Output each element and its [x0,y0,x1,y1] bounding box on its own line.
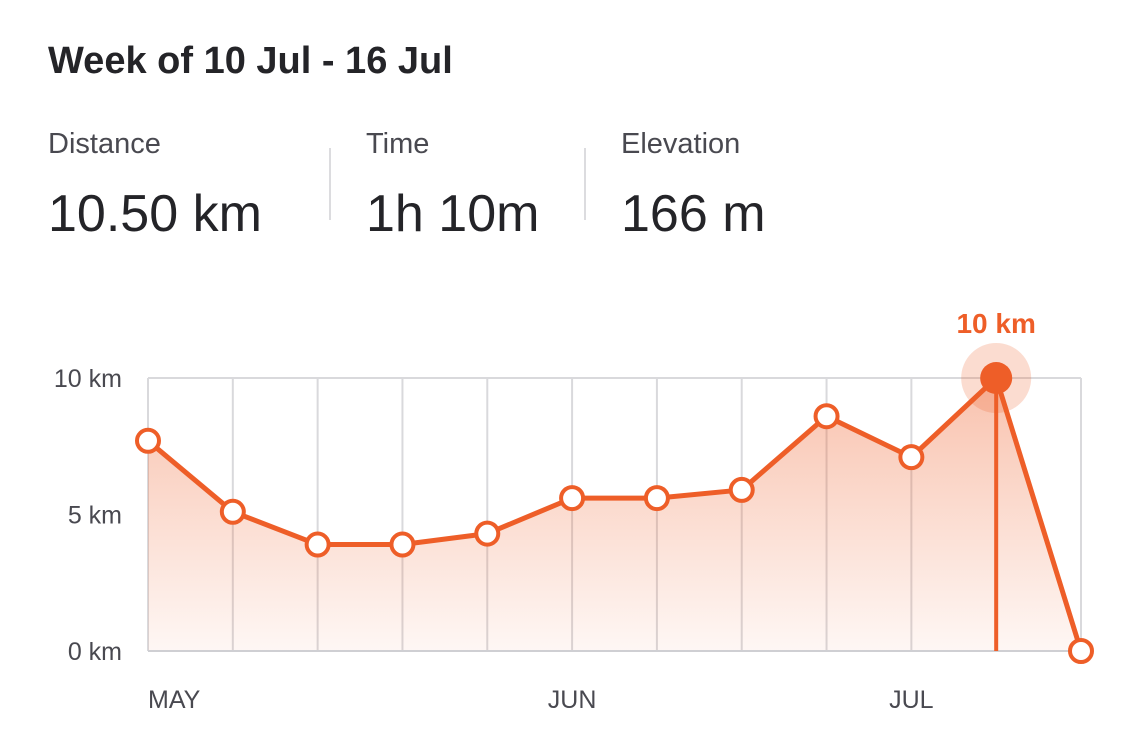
area-fill [148,378,1081,651]
data-point [135,427,161,454]
weekly-distance-chart: 0 km 5 km 10 km MAY JUN JUL 10 km [54,308,1094,714]
data-point [898,444,925,471]
data-point [643,485,670,512]
x-tick-label: MAY [148,686,201,714]
data-point [219,498,246,525]
data-point [728,476,755,503]
data-point-highlighted [980,362,1013,394]
x-tick-label: JUN [548,686,597,714]
y-tick-label: 10 km [54,365,122,393]
data-point [559,485,586,512]
x-tick-label: JUL [889,686,934,714]
highlight-value-label: 10 km [956,308,1035,339]
y-tick-label: 5 km [68,502,122,530]
data-point [389,531,416,558]
data-point [813,403,840,430]
y-tick-label: 0 km [68,638,122,666]
data-point [304,531,331,558]
data-point [1068,638,1094,664]
area-path [148,378,1081,651]
data-point [474,520,501,547]
